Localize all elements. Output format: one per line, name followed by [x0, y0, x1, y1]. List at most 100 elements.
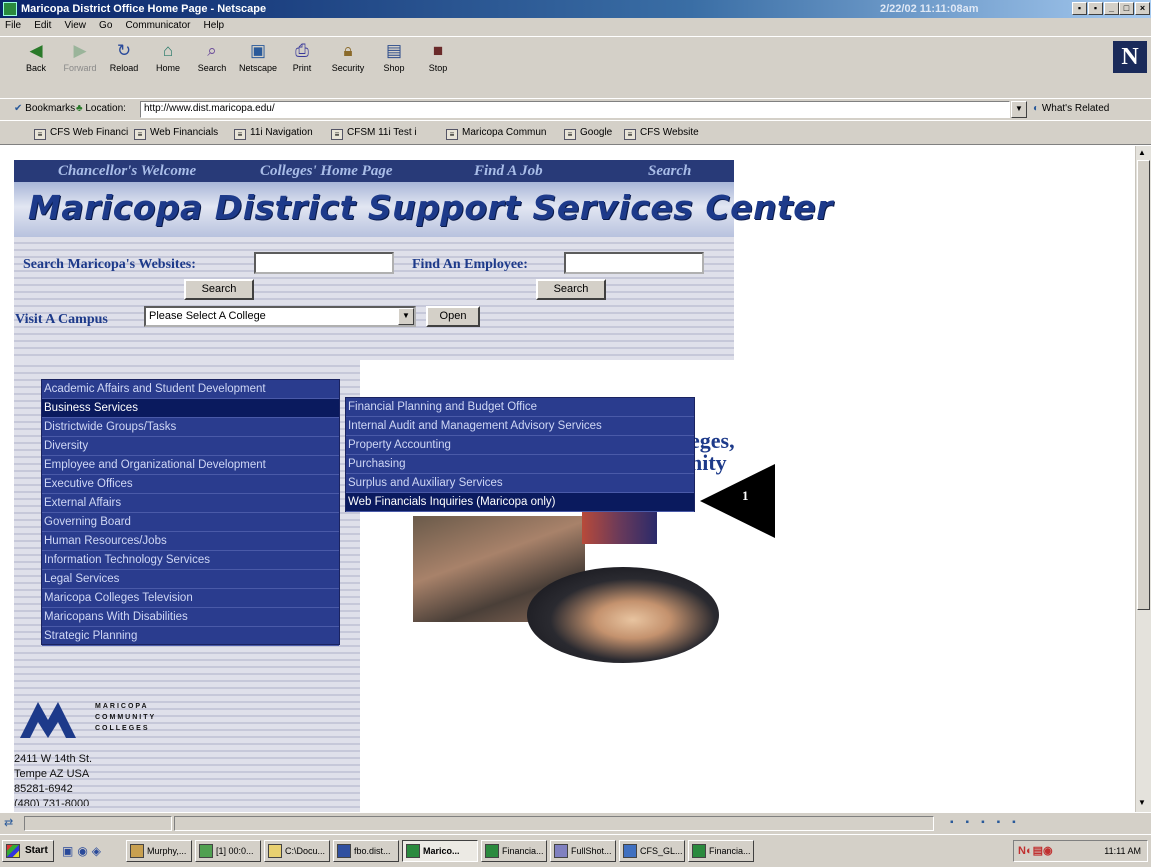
- submenu-item-surplus-services[interactable]: Surplus and Auxiliary Services: [346, 474, 694, 493]
- nav-colleges-home[interactable]: Colleges' Home Page: [260, 163, 392, 180]
- bookmark-icon: ≡: [134, 129, 146, 140]
- maximize-icon[interactable]: □: [1119, 2, 1134, 15]
- scroll-up-icon[interactable]: ▲: [1138, 148, 1146, 157]
- submenu-item-financial-planning[interactable]: Financial Planning and Budget Office: [346, 398, 694, 417]
- task-label: [1] 00:0...: [216, 846, 254, 856]
- menu-item-information-technology[interactable]: Information Technology Services: [42, 551, 339, 570]
- campus-select[interactable]: Please Select A College ▼: [144, 306, 416, 327]
- tray-app-icons[interactable]: N◐▤◉: [1018, 841, 1053, 861]
- find-employee-input[interactable]: [564, 252, 704, 274]
- menu-item-external-affairs[interactable]: External Affairs: [42, 494, 339, 513]
- bookmark-item[interactable]: ≡ Web Financials: [134, 127, 218, 140]
- submenu-item-property-accounting[interactable]: Property Accounting: [346, 436, 694, 455]
- taskbar-item[interactable]: Financia...: [688, 840, 754, 862]
- menu-item-executive-offices[interactable]: Executive Offices: [42, 475, 339, 494]
- menu-item-diversity[interactable]: Diversity: [42, 437, 339, 456]
- menu-item-colleges-television[interactable]: Maricopa Colleges Television: [42, 589, 339, 608]
- bookmark-item[interactable]: ≡ Google: [564, 127, 612, 140]
- search-button[interactable]: ⌕ Search: [190, 41, 234, 77]
- minimize-icon[interactable]: _: [1104, 2, 1119, 15]
- bookmark-item[interactable]: ≡ Maricopa Commun: [446, 127, 546, 140]
- address-line: Tempe AZ USA: [14, 768, 90, 780]
- menu-item-governing-board[interactable]: Governing Board: [42, 513, 339, 532]
- start-button[interactable]: Start: [2, 840, 54, 862]
- taskbar-item[interactable]: CFS_GL...: [619, 840, 685, 862]
- callout-number: 1: [742, 488, 749, 503]
- open-button[interactable]: Open: [426, 306, 480, 327]
- netscape-button[interactable]: ▣ Netscape: [236, 41, 280, 77]
- address-line: (480) 731-8000: [14, 798, 90, 806]
- location-label: ♣ Location:: [76, 103, 126, 114]
- nav-find-a-job[interactable]: Find A Job: [474, 163, 543, 180]
- logo-text: MARICOPA COMMUNITY COLLEGES: [95, 701, 156, 734]
- menu-item-districtwide-groups[interactable]: Districtwide Groups/Tasks: [42, 418, 339, 437]
- menu-view[interactable]: View: [59, 18, 91, 33]
- task-label: CFS_GL...: [640, 846, 683, 856]
- chevron-down-icon[interactable]: ▼: [398, 308, 414, 325]
- visit-campus-label: Visit A Campus: [15, 312, 108, 327]
- print-button[interactable]: ⎙ Print: [280, 41, 324, 77]
- scroll-thumb[interactable]: [1137, 160, 1150, 610]
- submenu-item-purchasing[interactable]: Purchasing: [346, 455, 694, 474]
- netscape-icon: ▣: [249, 41, 267, 60]
- menu-item-strategic-planning[interactable]: Strategic Planning: [42, 627, 339, 646]
- menu-item-academic-affairs[interactable]: Academic Affairs and Student Development: [42, 380, 339, 399]
- menu-item-employee-development[interactable]: Employee and Organizational Development: [42, 456, 339, 475]
- shop-button[interactable]: ▤ Shop: [372, 41, 416, 77]
- forward-button[interactable]: ▶ Forward: [58, 41, 102, 77]
- bookmark-icon: ≡: [34, 129, 46, 140]
- search-websites-button[interactable]: Search: [184, 279, 254, 300]
- menu-go[interactable]: Go: [94, 18, 117, 33]
- submenu-item-internal-audit[interactable]: Internal Audit and Management Advisory S…: [346, 417, 694, 436]
- scroll-down-icon[interactable]: ▼: [1138, 798, 1146, 807]
- search-websites-input[interactable]: [254, 252, 394, 274]
- app-icon: [199, 844, 213, 858]
- menu-item-legal-services[interactable]: Legal Services: [42, 570, 339, 589]
- menu-file[interactable]: File: [0, 18, 26, 33]
- url-input[interactable]: http://www.dist.maricopa.edu/: [140, 101, 1010, 118]
- window-title-bar[interactable]: Maricopa District Office Home Page - Net…: [0, 0, 1151, 18]
- campus-select-value: Please Select A College: [149, 310, 266, 322]
- nav-chancellors-welcome[interactable]: Chancellor's Welcome: [58, 163, 196, 180]
- back-button[interactable]: ◀ Back: [14, 41, 58, 77]
- menu-help[interactable]: Help: [199, 18, 230, 33]
- home-button[interactable]: ⌂ Home: [146, 41, 190, 77]
- taskbar-item[interactable]: [1] 00:0...: [195, 840, 261, 862]
- reload-button[interactable]: ↻ Reload: [102, 41, 146, 77]
- find-employee-button[interactable]: Search: [536, 279, 606, 300]
- stop-button[interactable]: ■ Stop: [416, 41, 460, 77]
- tray-buttons-icon[interactable]: ▪: [1088, 2, 1103, 15]
- submenu-item-web-financials[interactable]: Web Financials Inquiries (Maricopa only): [346, 493, 694, 512]
- close-icon[interactable]: ×: [1135, 2, 1150, 15]
- menu-item-human-resources[interactable]: Human Resources/Jobs: [42, 532, 339, 551]
- back-arrow-icon: ◀: [29, 41, 43, 60]
- logo-line: COMMUNITY: [95, 714, 157, 721]
- search-websites-label: Search Maricopa's Websites:: [23, 257, 196, 272]
- netscape-logo-icon[interactable]: N: [1113, 41, 1147, 73]
- whats-related-button[interactable]: ◐ What's Related: [1033, 103, 1109, 114]
- nav-search[interactable]: Search: [648, 163, 691, 180]
- personal-toolbar: ≡ CFS Web Financi ≡ Web Financials ≡ 11i Na…: [0, 120, 1151, 145]
- taskbar-item[interactable]: C:\Docu...: [264, 840, 330, 862]
- bookmark-item[interactable]: ≡ CFSM 11i Test i: [331, 127, 417, 140]
- tray-buttons-icon[interactable]: ▪: [1072, 2, 1087, 15]
- menu-communicator[interactable]: Communicator: [120, 18, 195, 33]
- taskbar-item[interactable]: fbo.dist...: [333, 840, 399, 862]
- menu-item-business-services[interactable]: Business Services: [42, 399, 339, 418]
- menu-edit[interactable]: Edit: [29, 18, 56, 33]
- taskbar-item[interactable]: Financia...: [481, 840, 547, 862]
- taskbar-item[interactable]: FullShot...: [550, 840, 616, 862]
- menu-item-disabilities[interactable]: Maricopans With Disabilities: [42, 608, 339, 627]
- bookmark-item[interactable]: ≡ 11i Navigation: [234, 127, 313, 140]
- component-bar-icons[interactable]: ▪▪▪▪▪: [950, 817, 1028, 828]
- security-button[interactable]: 🔒︎ Security: [326, 41, 370, 77]
- bookmark-item[interactable]: ≡ CFS Web Financi: [34, 127, 128, 140]
- quick-launch-icons[interactable]: ▣◉◈: [62, 844, 105, 858]
- chevron-down-icon[interactable]: ▼: [1011, 101, 1027, 118]
- bookmarks-button[interactable]: ✔ Bookmarks: [14, 103, 75, 114]
- vertical-scrollbar[interactable]: ▲ ▼: [1135, 146, 1151, 812]
- bookmark-item[interactable]: ≡ CFS Website: [624, 127, 699, 140]
- netscape-icon: [406, 844, 420, 858]
- taskbar-item-active[interactable]: Marico...: [402, 840, 478, 862]
- taskbar-item[interactable]: Murphy,...: [126, 840, 192, 862]
